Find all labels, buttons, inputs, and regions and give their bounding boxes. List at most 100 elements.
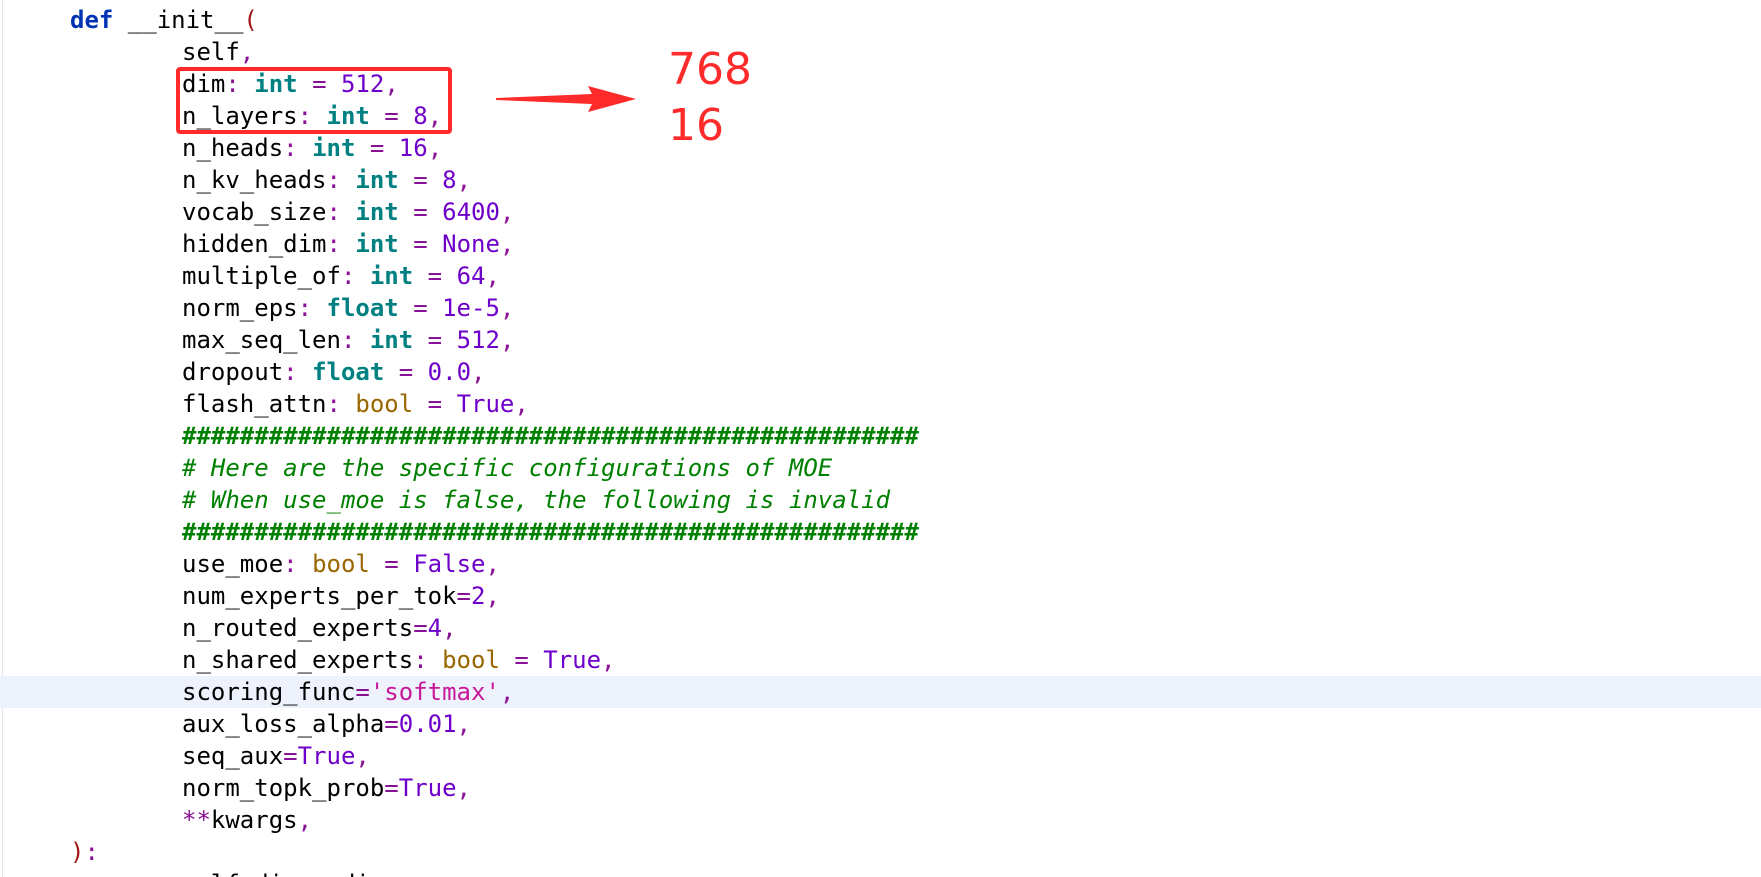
code-line-text: hidden_dim: int = None, (182, 228, 514, 260)
code-line[interactable]: dropout: float = 0.0, (0, 356, 1761, 388)
code-line[interactable]: num_experts_per_tok=2, (0, 580, 1761, 612)
code-token-op: = (283, 742, 298, 770)
code-token-punct: , (471, 358, 486, 386)
code-line[interactable]: seq_aux=True, (0, 740, 1761, 772)
code-token-const: None (442, 230, 500, 258)
code-line[interactable]: n_kv_heads: int = 8, (0, 164, 1761, 196)
code-line-text: seq_aux=True, (182, 740, 370, 772)
code-token-comment: # When use_moe is false, the following i… (182, 486, 891, 514)
code-token-param: self.dim = dim (182, 870, 384, 877)
code-token-param: self (182, 38, 240, 66)
code-token-param: kwargs (210, 806, 298, 834)
code-token-punct: , (499, 678, 515, 706)
code-token-const: True (456, 390, 515, 418)
code-line-text: multiple_of: int = 64, (182, 260, 500, 292)
code-line-text: use_moe: bool = False, (182, 548, 500, 580)
code-token-param: hidden_dim (182, 230, 327, 258)
code-line[interactable]: max_seq_len: int = 512, (0, 324, 1761, 356)
code-token-paren: ( (243, 6, 258, 34)
code-line[interactable]: aux_loss_alpha=0.01, (0, 708, 1761, 740)
code-line[interactable]: self, (0, 36, 1761, 68)
code-line-text: vocab_size: int = 6400, (182, 196, 514, 228)
code-line[interactable]: ########################################… (0, 516, 1761, 548)
code-token-punct: : (326, 230, 356, 258)
code-token-punct: , (601, 646, 616, 674)
code-line[interactable]: ): (0, 836, 1761, 868)
code-line[interactable]: # When use_moe is false, the following i… (0, 484, 1761, 516)
code-line[interactable]: **kwargs, (0, 804, 1761, 836)
code-token-punct: : (84, 838, 99, 866)
code-line[interactable]: n_routed_experts=4, (0, 612, 1761, 644)
code-line[interactable]: norm_topk_prob=True, (0, 772, 1761, 804)
code-token-param: n_shared_experts (182, 646, 414, 674)
code-token-op: = (413, 326, 457, 354)
code-token-param: norm_topk_prob (182, 774, 385, 802)
code-token-num: 16 (398, 134, 428, 162)
code-line-text: **kwargs, (182, 804, 312, 836)
code-line[interactable]: n_heads: int = 16, (0, 132, 1761, 164)
code-token-punct: , (499, 294, 515, 322)
code-token-punct: : (340, 326, 370, 354)
code-line-text: ########################################… (182, 516, 919, 548)
highlight-box (176, 67, 452, 134)
code-token-num: 8 (442, 166, 457, 194)
code-token-punct: : (283, 550, 313, 578)
code-token-builtin: bool (312, 550, 370, 578)
annotation-value-dim: 768 (668, 44, 752, 95)
code-token-const: True (398, 774, 457, 802)
code-line-text: # When use_moe is false, the following i… (182, 484, 890, 516)
code-line[interactable]: vocab_size: int = 6400, (0, 196, 1761, 228)
code-token-type: int (355, 166, 399, 194)
code-token-op: = (398, 230, 443, 258)
code-token-punct: , (427, 134, 443, 162)
code-token-param: aux_loss_alpha (182, 710, 385, 738)
code-line-text: n_kv_heads: int = 8, (182, 164, 471, 196)
code-token-param: seq_aux (182, 742, 284, 770)
code-line-text: n_shared_experts: bool = True, (182, 644, 616, 676)
code-token-hash: ########################################… (182, 422, 919, 450)
code-line-text: self.dim = dim (182, 868, 384, 877)
code-token-const: True (543, 646, 602, 674)
code-token-param: norm_eps (182, 294, 298, 322)
code-token-op: = (398, 166, 443, 194)
code-token-builtin: bool (355, 390, 414, 418)
code-token-punct: : (283, 134, 313, 162)
code-token-punct: : (326, 166, 356, 194)
code-token-num: 0.0 (427, 358, 472, 386)
code-token-num: 6400 (442, 198, 500, 226)
code-line[interactable]: use_moe: bool = False, (0, 548, 1761, 580)
code-line-text: ########################################… (182, 420, 919, 452)
code-line[interactable]: flash_attn: bool = True, (0, 388, 1761, 420)
code-line[interactable]: n_shared_experts: bool = True, (0, 644, 1761, 676)
code-token-op: = (413, 390, 457, 418)
code-line-text: max_seq_len: int = 512, (182, 324, 514, 356)
code-line[interactable]: hidden_dim: int = None, (0, 228, 1761, 260)
code-editor[interactable]: def __init__(self, dim: int = 512, n_layer… (0, 0, 1761, 877)
code-line[interactable]: scoring_func='softmax', (0, 676, 1761, 708)
code-token-punct: : (340, 262, 370, 290)
code-token-type: float (312, 358, 385, 386)
code-line[interactable]: self.dim = dim (0, 868, 1761, 877)
code-line-text: aux_loss_alpha=0.01, (182, 708, 471, 740)
code-line-text: dropout: float = 0.0, (182, 356, 485, 388)
code-line[interactable]: # Here are the specific configurations o… (0, 452, 1761, 484)
code-token-param: dropout (182, 358, 284, 386)
code-line-text: # Here are the specific configurations o… (182, 452, 832, 484)
code-line[interactable]: multiple_of: int = 64, (0, 260, 1761, 292)
code-token-param: n_kv_heads (182, 166, 327, 194)
code-line-text: norm_topk_prob=True, (182, 772, 471, 804)
code-token-punct: : (326, 198, 356, 226)
code-line[interactable]: ########################################… (0, 420, 1761, 452)
code-token-punct: : (283, 358, 313, 386)
code-token-num: 0.01 (398, 710, 457, 738)
code-token-op: = (369, 550, 414, 578)
code-line[interactable]: def __init__( (0, 4, 1761, 36)
code-line[interactable]: norm_eps: float = 1e-5, (0, 292, 1761, 324)
code-token-param: use_moe (182, 550, 284, 578)
code-token-punct: : (326, 390, 356, 418)
code-token-param: vocab_size (182, 198, 327, 226)
code-token-builtin: bool (442, 646, 500, 674)
code-token-type: int (355, 230, 399, 258)
code-token-hash: ########################################… (182, 518, 919, 546)
code-token-comment: # Here are the specific configurations o… (182, 454, 833, 482)
